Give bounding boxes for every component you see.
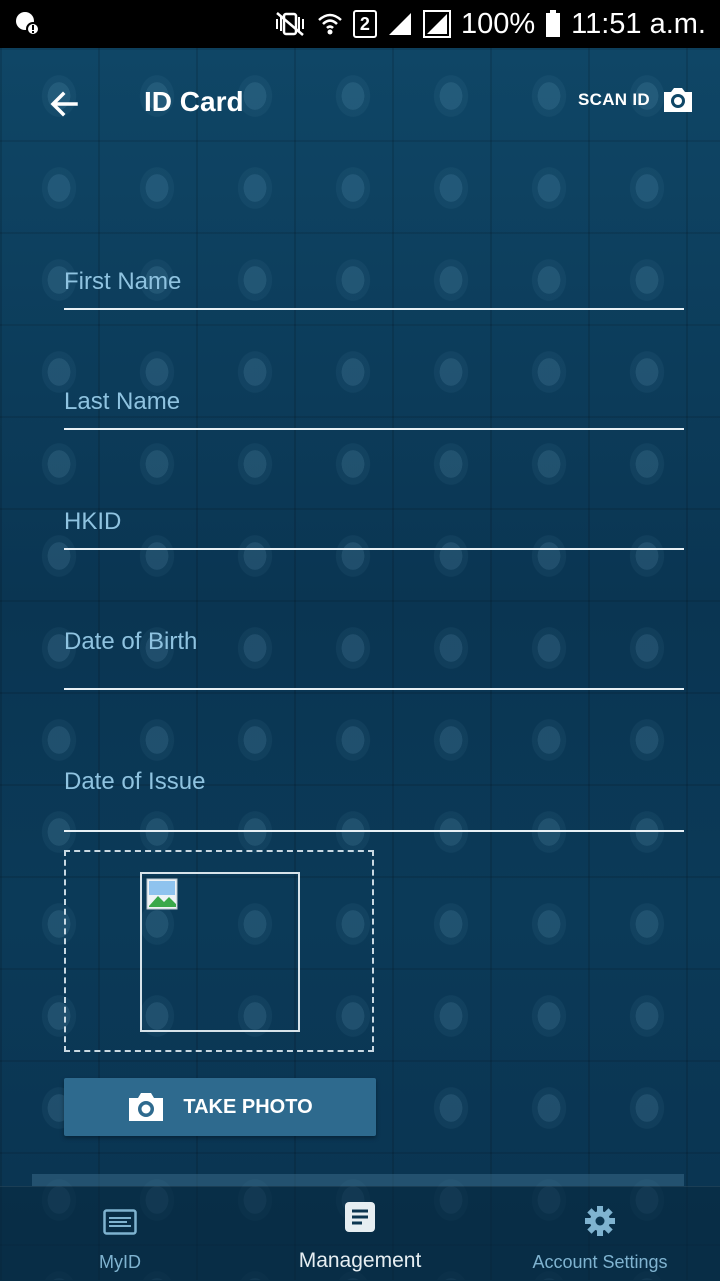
signal-box-icon <box>422 10 451 38</box>
document-list-icon <box>345 1202 375 1232</box>
camera-icon <box>129 1093 164 1121</box>
back-arrow-icon[interactable] <box>44 84 84 124</box>
take-photo-label: TAKE PHOTO <box>183 1095 313 1118</box>
date-of-birth-field[interactable]: Date of Birth <box>64 590 684 690</box>
scan-id-button[interactable]: SCAN ID <box>578 86 694 114</box>
nav-label-myid: MyID <box>99 1252 141 1272</box>
vibrate-mute-icon <box>275 12 304 36</box>
nav-label-account-settings: Account Settings <box>532 1252 668 1272</box>
hkid-label: HKID <box>64 508 122 535</box>
gear-icon <box>585 1206 615 1236</box>
nav-item-management[interactable]: Management <box>280 1187 440 1281</box>
sim-slot-indicator: 2 <box>352 10 377 38</box>
first-name-field[interactable]: First Name <box>64 230 684 310</box>
nav-label-management: Management <box>298 1249 422 1272</box>
signal-icon <box>388 13 411 35</box>
last-name-field[interactable]: Last Name <box>64 350 684 430</box>
take-photo-button[interactable]: TAKE PHOTO <box>64 1078 376 1136</box>
submit-bar-edge <box>32 1174 684 1186</box>
notification-alert-icon <box>16 12 40 36</box>
status-bar: 2 100% 11:51 a.m. <box>0 0 720 48</box>
page-title: ID Card <box>144 86 244 117</box>
camera-icon <box>664 88 692 112</box>
battery-icon <box>546 10 561 37</box>
date-of-birth-label: Date of Birth <box>64 628 198 655</box>
scan-id-label: SCAN ID <box>578 90 650 109</box>
battery-percent: 100% <box>460 7 536 40</box>
nav-item-myid[interactable]: MyID <box>60 1187 180 1281</box>
hkid-field[interactable]: HKID <box>64 470 684 550</box>
date-of-issue-field[interactable]: Date of Issue <box>64 730 684 832</box>
bottom-navigation: MyID Management Account Settings <box>0 1186 720 1281</box>
nav-item-account-settings[interactable]: Account Settings <box>510 1187 690 1281</box>
last-name-label: Last Name <box>64 388 181 415</box>
first-name-label: First Name <box>64 268 182 295</box>
clock: 11:51 a.m. <box>571 7 706 40</box>
id-card-icon <box>103 1209 137 1235</box>
app-bar: ID Card SCAN ID <box>0 48 720 160</box>
date-of-issue-label: Date of Issue <box>64 768 206 795</box>
broken-image-icon <box>146 878 178 910</box>
wifi-icon <box>318 13 342 35</box>
id-photo-placeholder <box>140 872 300 1032</box>
